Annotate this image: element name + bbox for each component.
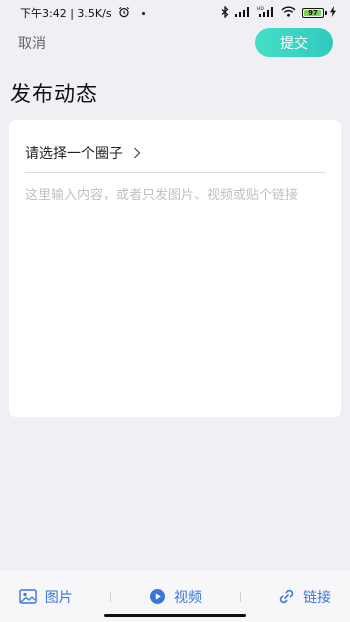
add-video-label: 视频 [173,589,202,606]
toolbar-separator [110,591,112,602]
post-editor-card: 请选择一个圈子 [9,120,341,417]
submit-button[interactable]: 提交 [255,28,333,57]
add-image-button[interactable]: 图片 [19,587,73,607]
toolbar-separator [239,591,241,602]
status-bar: 下午3:42 | 3.5K/s HD 97 [0,0,350,26]
video-play-icon [149,588,166,605]
status-time-speed: 下午3:42 | 3.5K/s [20,7,112,20]
status-bar-right: HD 97 [221,5,336,21]
hd-signal-icon: HD [257,6,275,20]
divider [25,172,325,173]
circle-select[interactable]: 请选择一个圈子 [25,138,325,168]
charging-icon [330,6,336,20]
alarm-icon [118,6,130,21]
battery-icon: 97 [302,8,327,18]
notification-dot [141,11,145,15]
bluetooth-icon [221,5,229,21]
chevron-right-icon [133,147,141,159]
wifi-icon [281,6,296,20]
add-link-button[interactable]: 链接 [278,587,331,607]
cancel-button[interactable]: 取消 [18,33,46,53]
circle-select-label: 请选择一个圈子 [25,146,123,162]
svg-text:HD: HD [257,6,264,12]
battery-level: 97 [308,9,318,17]
status-bar-left: 下午3:42 | 3.5K/s [20,5,145,21]
post-content-input[interactable] [25,186,325,306]
add-video-button[interactable]: 视频 [149,587,202,607]
page-title: 发布动态 [10,82,98,106]
link-icon [278,588,295,605]
signal-icon [235,6,251,20]
home-indicator[interactable] [104,614,246,617]
image-icon [19,589,37,604]
add-link-label: 链接 [303,589,332,606]
add-image-label: 图片 [44,589,73,606]
